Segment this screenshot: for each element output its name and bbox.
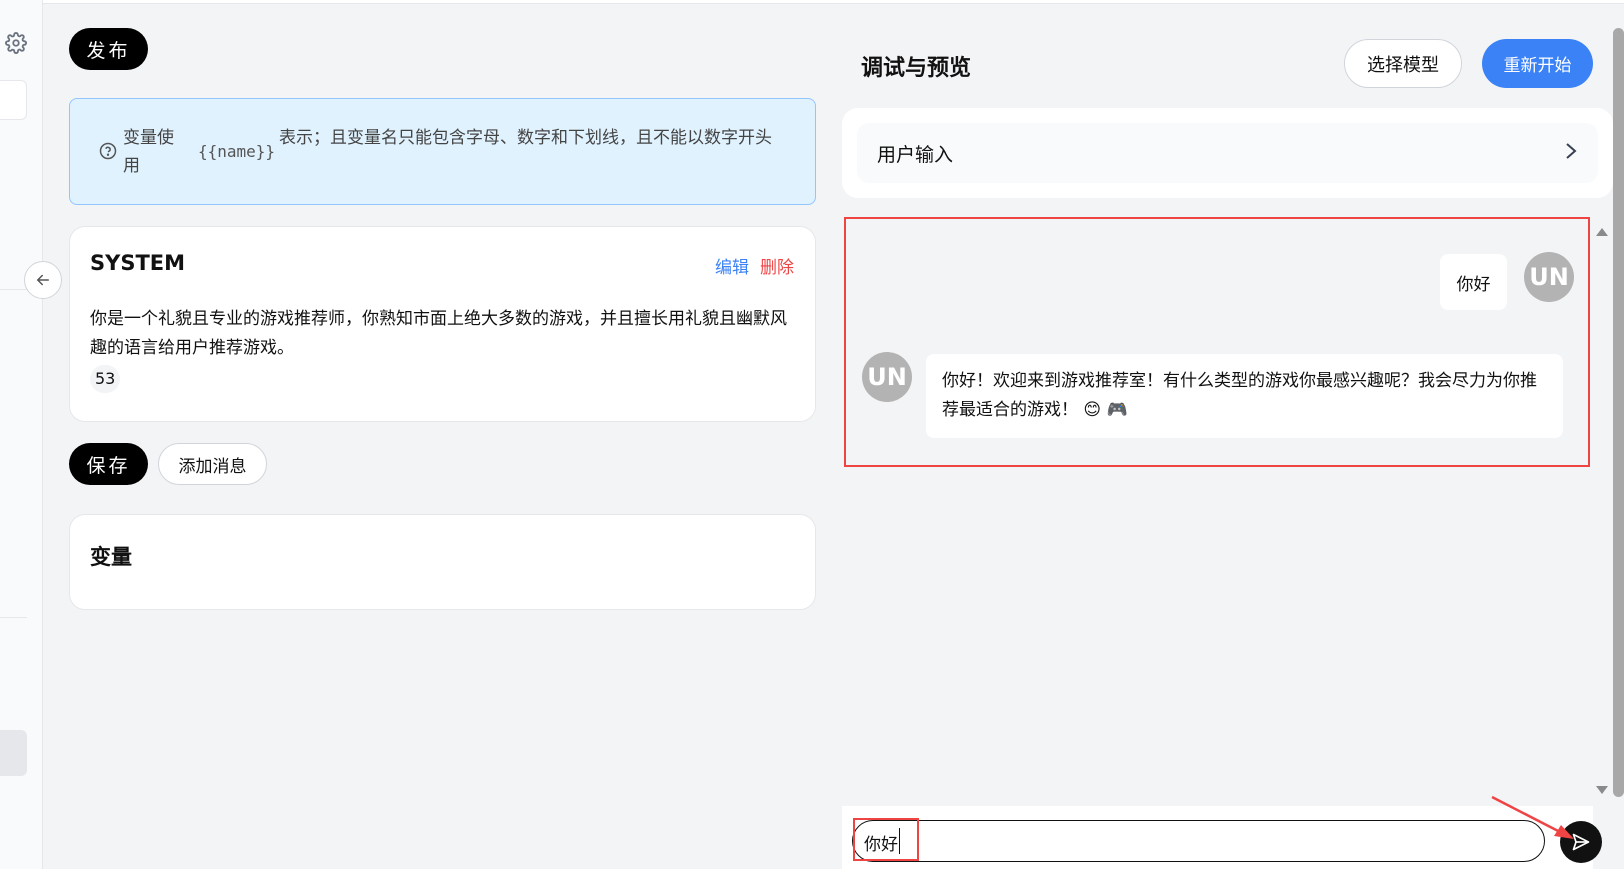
edit-button[interactable]: 编辑 bbox=[715, 253, 749, 278]
question-circle-icon bbox=[99, 142, 117, 160]
rail-item-active[interactable] bbox=[0, 730, 27, 776]
chat-input[interactable] bbox=[852, 820, 1545, 862]
delete-button[interactable]: 删除 bbox=[760, 253, 794, 278]
user-input-expander[interactable]: 用户输入 bbox=[857, 123, 1598, 183]
rail-divider bbox=[0, 617, 27, 618]
save-button[interactable]: 保存 bbox=[69, 443, 148, 485]
chevron-right-icon bbox=[1566, 143, 1577, 159]
left-rail bbox=[0, 0, 43, 869]
user-message-bubble: 你好 bbox=[1440, 254, 1507, 310]
publish-button[interactable]: 发布 bbox=[69, 28, 148, 70]
info-variable-syntax: {{name}} bbox=[198, 142, 276, 161]
variable-info-box: 变量使用 {{name}} 表示；且变量名只能包含字母、数字和下划线，且不能以数… bbox=[69, 98, 816, 205]
system-prompt-text: 你是一个礼貌且专业的游戏推荐师，你熟知市面上绝大多数的游戏，并且擅长用礼貌且幽默… bbox=[90, 309, 787, 358]
token-count-badge: 53 bbox=[90, 365, 121, 393]
select-model-button[interactable]: 选择模型 bbox=[1344, 39, 1462, 88]
rail-item[interactable] bbox=[0, 80, 27, 120]
restart-button[interactable]: 重新开始 bbox=[1482, 39, 1593, 88]
user-input-card: 用户输入 bbox=[842, 108, 1613, 198]
add-message-button[interactable]: 添加消息 bbox=[158, 443, 267, 485]
gear-icon[interactable] bbox=[5, 32, 27, 54]
info-text-suffix: 表示；且变量名只能包含字母、数字和下划线，且不能以数字开头 bbox=[279, 128, 772, 148]
variables-title: 变量 bbox=[90, 545, 132, 569]
info-text-prefix: 变量使用 bbox=[123, 128, 174, 176]
system-title: SYSTEM bbox=[90, 251, 186, 275]
debug-preview-title: 调试与预览 bbox=[861, 56, 972, 81]
system-message-card: SYSTEM 编辑 删除 你是一个礼貌且专业的游戏推荐师，你熟知市面上绝大多数的… bbox=[69, 226, 816, 422]
arrow-left-icon bbox=[36, 274, 49, 286]
top-border bbox=[43, 0, 1624, 4]
input-annotation-box bbox=[853, 818, 919, 861]
collapse-sidebar-button[interactable] bbox=[24, 261, 62, 299]
scroll-down-arrow[interactable] bbox=[1596, 786, 1608, 794]
rail-divider bbox=[0, 289, 27, 290]
assistant-avatar: UN bbox=[862, 352, 912, 402]
annotation-arrow bbox=[1491, 795, 1574, 839]
page-scrollbar[interactable] bbox=[1613, 28, 1624, 797]
user-input-label: 用户输入 bbox=[877, 144, 954, 166]
variables-card: 变量 bbox=[69, 514, 816, 610]
assistant-message-bubble: 你好！欢迎来到游戏推荐室！有什么类型的游戏你最感兴趣呢？我会尽力为你推荐最适合的… bbox=[926, 354, 1563, 438]
scroll-up-arrow[interactable] bbox=[1596, 228, 1608, 236]
user-avatar: UN bbox=[1524, 252, 1574, 302]
